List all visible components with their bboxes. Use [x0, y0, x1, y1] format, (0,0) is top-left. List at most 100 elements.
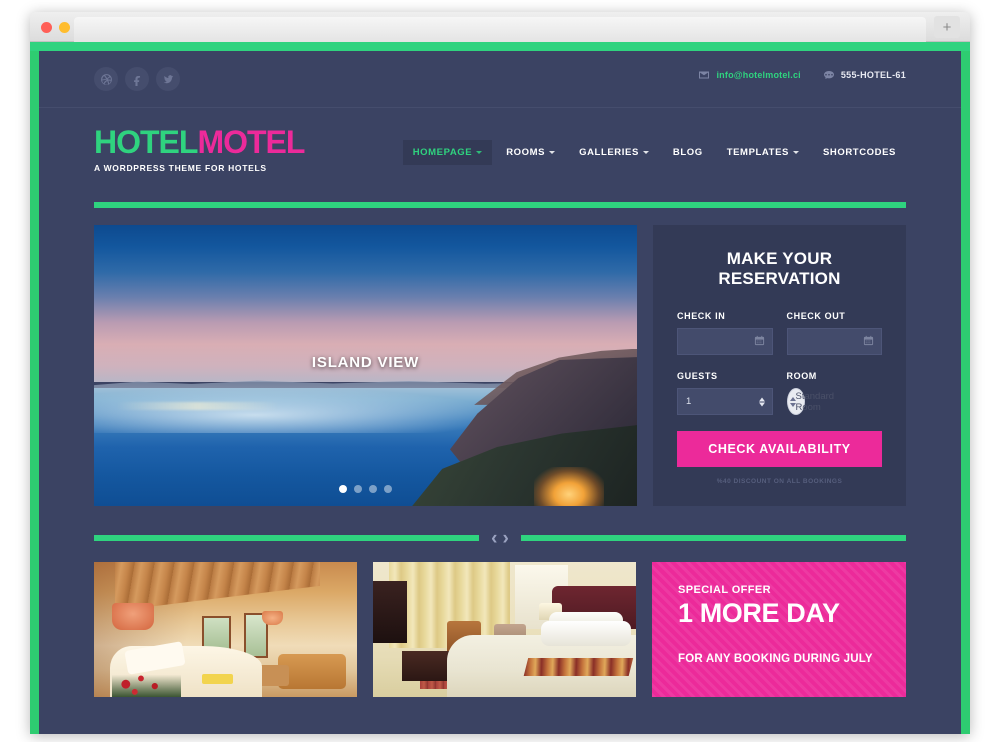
- guests-stepper[interactable]: 1: [677, 388, 773, 415]
- chevron-down-icon: [792, 151, 799, 154]
- website-content: info@hotelmotel.ci 555-HOTEL-61 HOTELMOT…: [39, 51, 961, 734]
- main-navigation[interactable]: HOMEPAGE ROOMS GALLERIES BLOG TEMPLATES …: [402, 140, 906, 165]
- dribbble-icon[interactable]: [94, 67, 118, 91]
- nav-item-galleries[interactable]: GALLERIES: [569, 140, 659, 165]
- attic-wall-lamp: [112, 602, 155, 630]
- suite-bed-runner: [523, 657, 633, 676]
- carousel-separator: ‹ ›: [94, 529, 906, 548]
- logo-tagline: A WORDPRESS THEME FOR HOTELS: [94, 163, 267, 173]
- nav-label-shortcodes: SHORTCODES: [822, 147, 896, 158]
- minimize-window-button[interactable]: [59, 22, 70, 33]
- chevron-down-icon: [476, 151, 483, 154]
- discount-note: %40 DISCOUNT ON ALL BOOKINGS: [716, 478, 843, 485]
- nav-label-homepage: HOMEPAGE: [412, 147, 473, 158]
- guests-room-row: GUESTS 1 ROOM Standard Room: [677, 371, 882, 415]
- room-photo-suite[interactable]: [373, 562, 636, 697]
- check-availability-button[interactable]: CHECK AVAILABILITY: [677, 431, 882, 467]
- slider-pagination[interactable]: [94, 485, 637, 493]
- close-window-button[interactable]: [41, 22, 52, 33]
- room-select[interactable]: Standard Room: [786, 388, 834, 415]
- guests-field-group: GUESTS 1: [677, 371, 773, 415]
- attic-red-flowers: [112, 664, 181, 697]
- stepper-down-icon[interactable]: [758, 402, 765, 406]
- new-tab-button[interactable]: +: [934, 16, 960, 38]
- room-photo-attic-image: [94, 562, 357, 697]
- site-logo[interactable]: HOTELMOTEL A WORDPRESS THEME FOR HOTELS: [94, 124, 305, 173]
- social-links[interactable]: [94, 67, 180, 91]
- browser-tab-strip[interactable]: [74, 17, 926, 42]
- calendar-icon[interactable]: [863, 335, 874, 349]
- date-fields-row: CHECK IN CHECK OUT: [677, 311, 882, 355]
- slider-dot-2[interactable]: [354, 485, 362, 493]
- check-out-input[interactable]: [786, 328, 882, 355]
- attic-pendant-lamp: [262, 610, 284, 626]
- select-arrows-icon[interactable]: [789, 396, 796, 407]
- check-in-field-group: CHECK IN: [677, 311, 773, 355]
- mail-icon: [699, 71, 710, 79]
- phone-text: 555-HOTEL-61: [840, 70, 906, 80]
- logo-second-word: MOTEL: [197, 124, 305, 160]
- offer-content: SPECIAL OFFER 1 MORE DAY FOR ANY BOOKING…: [652, 562, 906, 687]
- nav-item-rooms[interactable]: ROOMS: [496, 140, 565, 165]
- top-contact-bar: info@hotelmotel.ci 555-HOTEL-61: [39, 51, 961, 108]
- room-value: Standard Room: [795, 390, 835, 413]
- reservation-title: MAKE YOUR RESERVATION: [718, 249, 841, 288]
- check-in-label: CHECK IN: [677, 311, 726, 321]
- calendar-icon[interactable]: [754, 335, 765, 349]
- logo-title: HOTELMOTEL: [94, 124, 305, 160]
- stepper-arrows-icon[interactable]: [758, 397, 765, 406]
- nav-item-homepage[interactable]: HOMEPAGE: [402, 140, 493, 165]
- room-photo-attic[interactable]: [94, 562, 357, 697]
- contact-info: info@hotelmotel.ci 555-HOTEL-61: [698, 70, 906, 80]
- nav-item-shortcodes[interactable]: SHORTCODES: [813, 140, 906, 165]
- hero-section: ISLAND VIEW MAKE YOUR RESERVATION CHECK …: [94, 225, 906, 506]
- stepper-up-icon[interactable]: [758, 397, 765, 401]
- page-viewport: info@hotelmotel.ci 555-HOTEL-61 HOTELMOT…: [30, 42, 970, 734]
- email-contact[interactable]: info@hotelmotel.ci: [698, 70, 801, 80]
- browser-chrome-bar: +: [30, 12, 970, 42]
- carousel-next-button[interactable]: ›: [503, 529, 509, 548]
- featured-cards-row: SPECIAL OFFER 1 MORE DAY FOR ANY BOOKING…: [94, 562, 906, 697]
- nav-label-galleries: GALLERIES: [579, 147, 639, 158]
- email-text: info@hotelmotel.ci: [716, 70, 801, 80]
- twitter-icon[interactable]: [156, 67, 180, 91]
- check-out-field-group: CHECK OUT: [786, 311, 882, 355]
- nav-label-rooms: ROOMS: [506, 147, 546, 158]
- facebook-icon[interactable]: [125, 67, 149, 91]
- browser-window: + info@hotelmotel.ci 555-HOTEL-61 HOTELM…: [30, 12, 970, 734]
- room-field-group: ROOM Standard Room: [786, 371, 883, 415]
- hero-slider[interactable]: ISLAND VIEW: [94, 225, 637, 506]
- site-header: HOTELMOTEL A WORDPRESS THEME FOR HOTELS …: [39, 108, 961, 196]
- guests-value: 1: [686, 396, 692, 407]
- room-label: ROOM: [786, 371, 817, 381]
- offer-headline: 1 MORE DAY: [678, 598, 840, 628]
- phone-contact[interactable]: 555-HOTEL-61: [823, 70, 906, 80]
- nav-item-templates[interactable]: TEMPLATES: [717, 140, 809, 165]
- phone-icon: [823, 71, 834, 79]
- logo-first-word: HOTEL: [94, 124, 198, 160]
- slider-dot-3[interactable]: [369, 485, 377, 493]
- nav-item-blog[interactable]: BLOG: [663, 140, 713, 165]
- offer-subtext: FOR ANY BOOKING DURING JULY: [678, 653, 873, 666]
- green-frame-accent: [30, 42, 970, 51]
- guests-label: GUESTS: [677, 371, 718, 381]
- reservation-panel: MAKE YOUR RESERVATION CHECK IN CHECK OUT…: [653, 225, 906, 506]
- separator-segment-left: [94, 535, 480, 541]
- special-offer-card[interactable]: SPECIAL OFFER 1 MORE DAY FOR ANY BOOKING…: [652, 562, 906, 697]
- slider-dot-1[interactable]: [339, 485, 347, 493]
- room-photo-suite-image: [373, 562, 636, 697]
- header-separator-bar: [94, 202, 906, 208]
- carousel-controls[interactable]: ‹ ›: [479, 529, 521, 548]
- slide-caption: ISLAND VIEW: [311, 354, 420, 372]
- nav-label-blog: BLOG: [672, 147, 703, 158]
- suite-pillows-front: [541, 621, 631, 646]
- check-in-input[interactable]: [677, 328, 773, 355]
- suite-desk: [401, 651, 450, 681]
- chevron-down-icon: [642, 151, 649, 154]
- slider-dot-4[interactable]: [384, 485, 392, 493]
- carousel-prev-button[interactable]: ‹: [491, 529, 497, 548]
- check-out-label: CHECK OUT: [786, 311, 846, 321]
- offer-kicker: SPECIAL OFFER: [678, 584, 772, 596]
- attic-folded-towel: [201, 674, 234, 684]
- select-down-icon: [789, 402, 796, 407]
